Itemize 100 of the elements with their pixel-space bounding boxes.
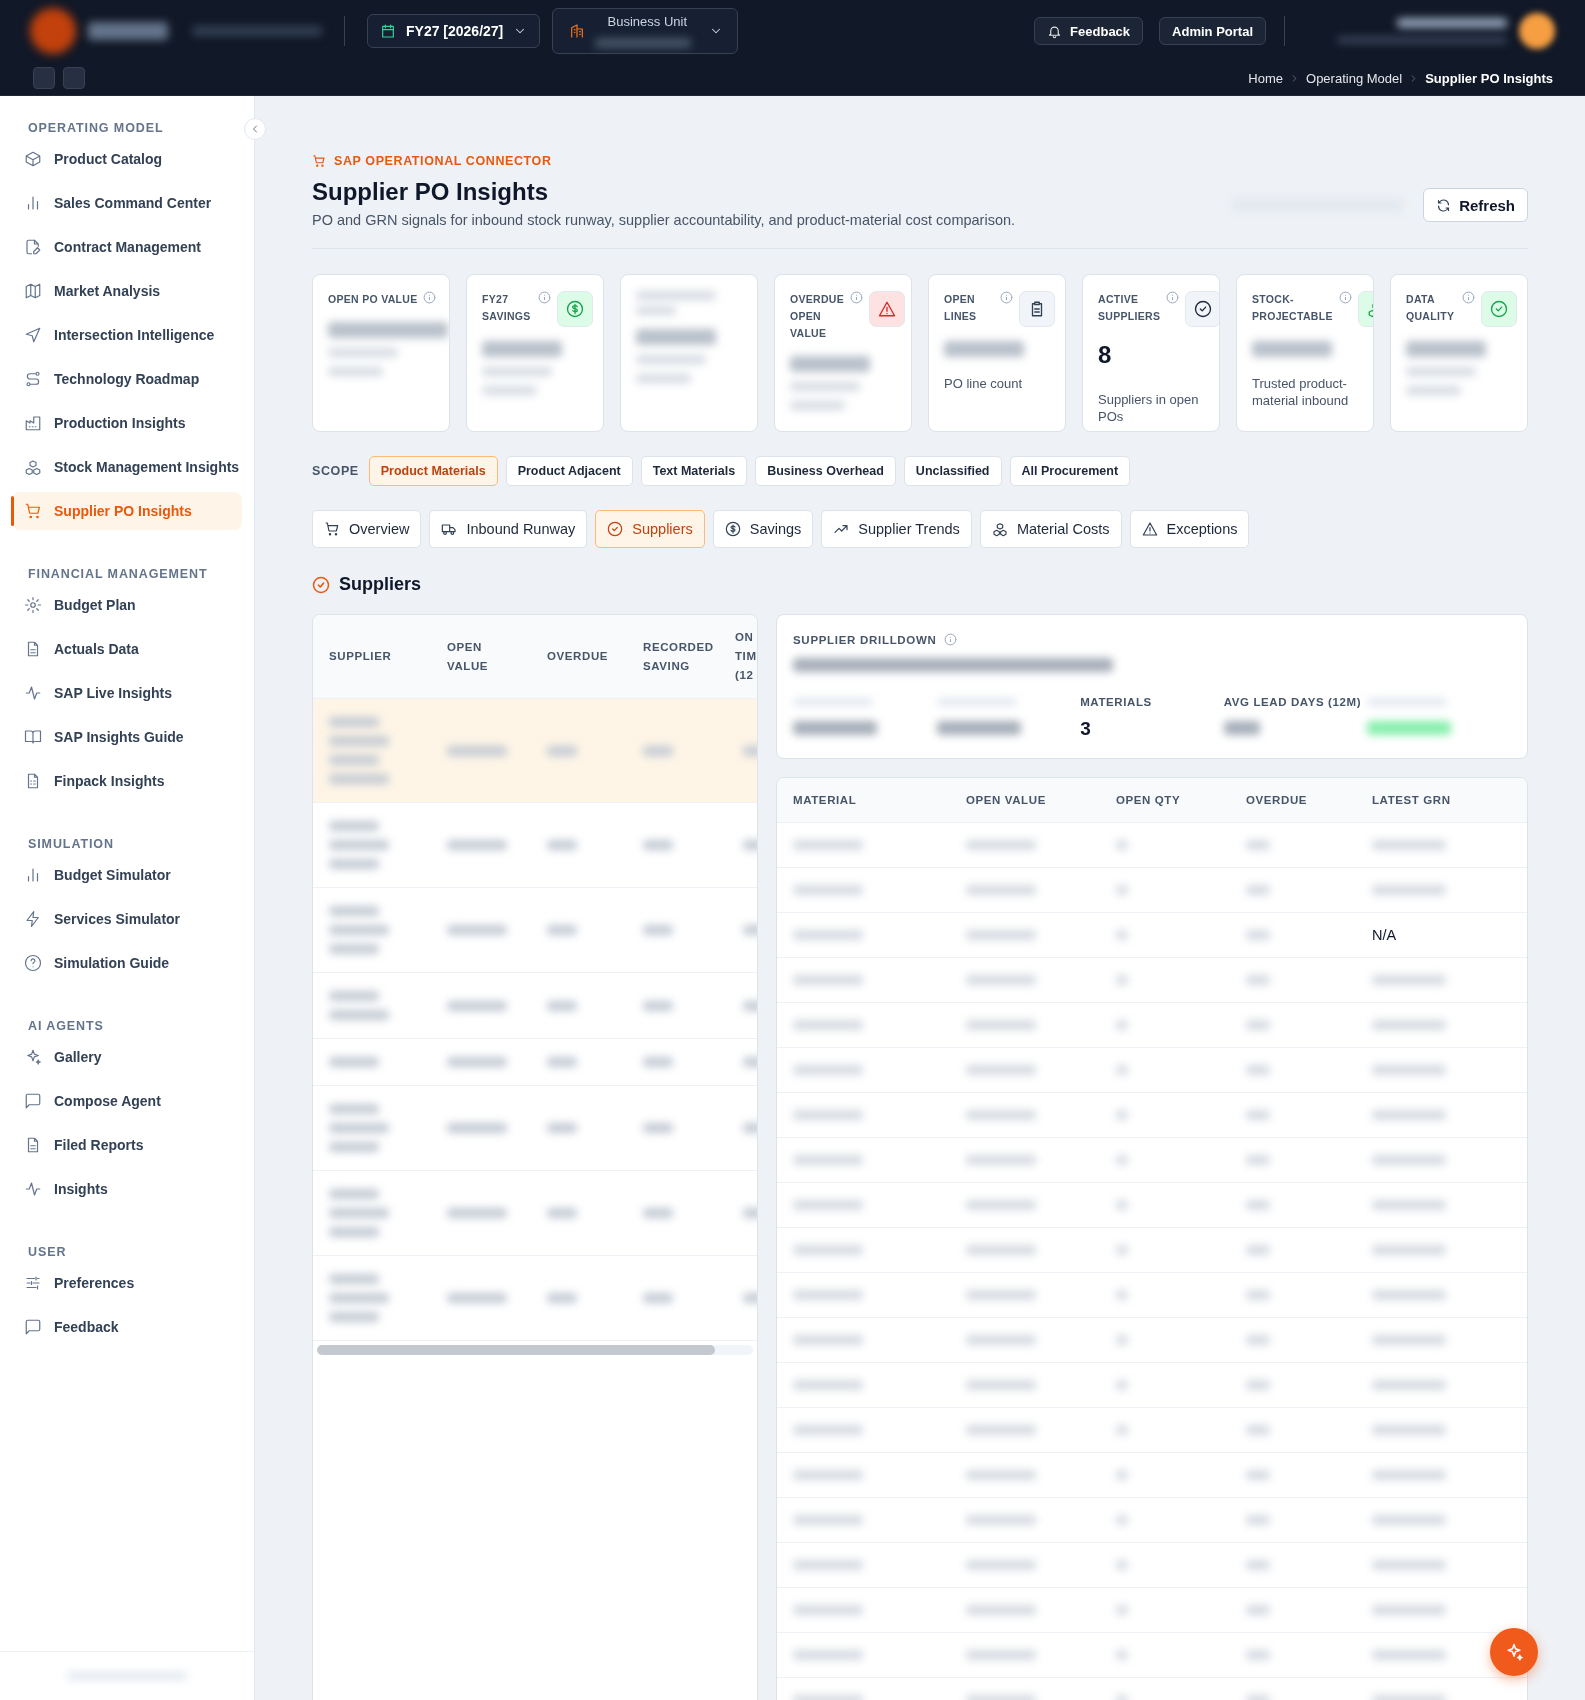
kpi-label: STOCK-PROJECTABLE — [1252, 292, 1333, 324]
redacted-text — [447, 1000, 507, 1011]
nav-item[interactable]: Finpack Insights — [12, 762, 242, 800]
nav-item[interactable]: Actuals Data — [12, 630, 242, 668]
nav-item[interactable]: SAP Insights Guide — [12, 718, 242, 756]
redacted-text — [329, 925, 389, 935]
redacted-text — [547, 840, 577, 850]
redacted-text — [966, 1335, 1036, 1345]
info-icon — [1000, 291, 1013, 304]
redacted-text — [329, 840, 389, 850]
fiscal-year-selector[interactable]: FY27 [2026/27] — [367, 14, 541, 48]
kpi-value: 8 — [1098, 341, 1113, 369]
redacted-text — [966, 1155, 1036, 1165]
nav-item[interactable]: Services Simulator — [12, 900, 242, 938]
redacted-text — [1246, 975, 1270, 985]
logo-mark — [30, 8, 76, 54]
nav-item[interactable]: Product Catalog — [12, 140, 242, 178]
redacted-text — [643, 1123, 673, 1133]
column-header: RECORDED SAVING — [642, 639, 715, 674]
redacted-text — [329, 906, 379, 916]
kpi-label: OPEN PO VALUE — [328, 292, 418, 307]
tab[interactable]: Inbound Runway — [429, 510, 588, 548]
square-button[interactable] — [63, 67, 85, 89]
nav-item[interactable]: Budget Simulator — [12, 856, 242, 894]
kpi-caption: PO line count — [944, 375, 1024, 392]
redacted-text — [643, 1000, 673, 1011]
tab[interactable]: Supplier Trends — [821, 510, 972, 548]
section-heading: OPERATING MODEL — [27, 120, 165, 137]
nav-item[interactable]: Compose Agent — [12, 1082, 242, 1120]
breadcrumb-link[interactable]: Operating Model — [1306, 70, 1403, 86]
redacted-text — [793, 1605, 863, 1615]
scope-chip[interactable]: Business Overhead — [755, 456, 896, 486]
tab[interactable]: Exceptions — [1129, 510, 1250, 548]
scope-chip[interactable]: Product Adjacent — [505, 456, 633, 486]
redacted-text — [743, 925, 757, 935]
refresh-button[interactable]: Refresh — [1423, 188, 1528, 222]
refresh-icon — [1436, 197, 1452, 213]
redacted-text — [966, 1245, 1036, 1255]
redacted-text — [743, 1057, 757, 1067]
feedback-button[interactable]: Feedback — [1034, 17, 1144, 45]
nav-item[interactable]: Insights — [12, 1170, 242, 1208]
scope-chip[interactable]: Product Materials — [368, 456, 498, 486]
column-header: ON TIM (12 — [734, 630, 757, 683]
redacted-text — [643, 1293, 673, 1303]
redacted-text — [329, 1227, 379, 1237]
redacted-text — [329, 1142, 379, 1152]
nav-item[interactable]: Simulation Guide — [12, 944, 242, 982]
cart-icon — [24, 502, 42, 520]
redacted-text — [966, 1380, 1036, 1390]
section-eyebrow: SAP OPERATIONAL CONNECTOR — [312, 154, 1528, 168]
page-title: Supplier PO Insights — [312, 178, 550, 206]
scope-chip[interactable]: All Procurement — [1009, 456, 1131, 486]
nav-item[interactable]: Intersection Intelligence — [12, 316, 242, 354]
nav-item[interactable]: Gallery — [12, 1038, 242, 1076]
redacted-text — [636, 374, 691, 383]
stat-value: 3 — [1080, 718, 1092, 740]
column-header: LATEST GRN — [1372, 794, 1452, 806]
redacted-text — [329, 1057, 379, 1067]
nav-item[interactable]: Feedback — [12, 1308, 242, 1346]
redacted-text — [447, 1057, 507, 1067]
section-heading: USER — [27, 1244, 68, 1261]
redacted-text — [966, 1110, 1036, 1120]
scope-chip[interactable]: Unclassified — [903, 456, 1002, 486]
nav-item[interactable]: Stock Management Insights — [12, 448, 242, 486]
tab[interactable]: Material Costs — [979, 510, 1122, 548]
tab[interactable]: Savings — [712, 510, 814, 548]
redacted-text — [966, 1470, 1036, 1480]
table-row[interactable] — [313, 699, 757, 803]
business-unit-selector[interactable]: Business Unit — [552, 8, 739, 54]
book-icon — [24, 728, 42, 746]
square-button[interactable] — [33, 67, 55, 89]
redacted-text — [643, 840, 673, 850]
scope-chip[interactable]: Text Materials — [640, 456, 748, 486]
nav-item[interactable]: Contract Management — [12, 228, 242, 266]
redacted-text — [547, 925, 577, 935]
nav-item[interactable]: SAP Live Insights — [12, 674, 242, 712]
tab[interactable]: Overview — [312, 510, 422, 548]
building-icon — [569, 23, 586, 39]
section-heading: FINANCIAL MANAGEMENT — [27, 566, 209, 583]
nav-item[interactable]: Sales Command Center — [12, 184, 242, 222]
collapse-button[interactable] — [244, 118, 266, 140]
redacted-text — [793, 1560, 863, 1570]
page-subtitle: PO and GRN signals for inbound stock runway, supplier accountability, and product-material cost comparison. — [312, 212, 1016, 228]
redacted-text — [329, 991, 379, 1001]
redacted-text — [329, 1189, 379, 1199]
kpi-label: OPEN LINES — [944, 292, 978, 324]
nav-item[interactable]: Market Analysis — [12, 272, 242, 310]
breadcrumb-link[interactable]: Home — [1248, 70, 1283, 86]
tab[interactable]: Suppliers — [595, 510, 705, 548]
redacted-text — [636, 355, 706, 364]
sparkle-icon — [1504, 1642, 1524, 1662]
nav-item[interactable]: Production Insights — [12, 404, 242, 442]
redacted-text — [643, 925, 673, 935]
nav-item[interactable]: Preferences — [12, 1264, 242, 1302]
admin-portal-button[interactable]: Admin Portal — [1159, 17, 1266, 45]
nav-item[interactable]: Technology Roadmap — [12, 360, 242, 398]
nav-item[interactable]: Filed Reports — [12, 1126, 242, 1164]
redacted-text — [793, 1200, 863, 1210]
column-header: SUPPLIER — [328, 649, 389, 664]
nav-item[interactable]: Budget Plan — [12, 586, 242, 624]
